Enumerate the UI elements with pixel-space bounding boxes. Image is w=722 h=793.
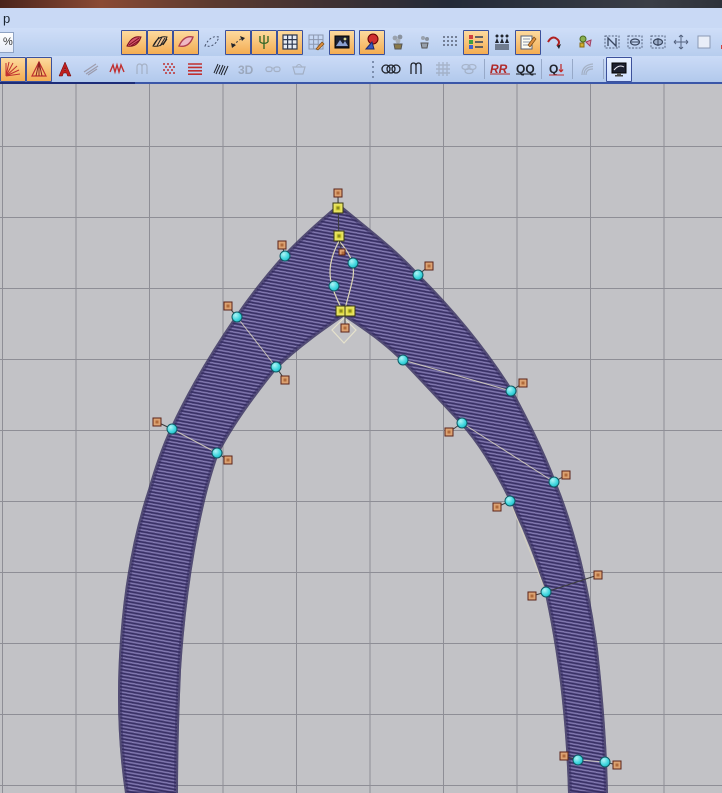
grid-dark-icon[interactable] <box>276 29 303 55</box>
letter-a-red-icon[interactable] <box>52 57 78 82</box>
offset-handle-node[interactable] <box>561 470 571 480</box>
flowerpot-icon[interactable] <box>385 30 411 55</box>
horizontal-lines-icon[interactable] <box>182 57 208 82</box>
menu-bar: p <box>0 8 722 28</box>
monitor-icon[interactable] <box>606 56 632 82</box>
offset-handle-node[interactable] <box>444 427 454 437</box>
stitch-people-icon[interactable] <box>489 30 515 55</box>
glasses-icon[interactable] <box>260 57 286 82</box>
selected-anchor-node[interactable] <box>332 202 344 214</box>
bee-icon[interactable] <box>571 30 597 55</box>
toolbar-stitch-types: 3D RR QQ Q <box>0 56 722 82</box>
offset-handle-node[interactable] <box>333 188 343 198</box>
toolbar-separator <box>484 59 485 79</box>
window-titlebar <box>0 0 722 8</box>
vertical-loops-icon[interactable] <box>404 57 430 82</box>
zigzag-red-icon[interactable] <box>104 57 130 82</box>
q-arrow-icon[interactable]: Q <box>544 57 570 82</box>
grid-light-icon[interactable] <box>303 30 329 55</box>
nested-curves-icon[interactable] <box>575 57 601 82</box>
selected-anchor-node[interactable] <box>344 305 356 317</box>
flowerpot-small-icon[interactable] <box>411 30 437 55</box>
hatch-leaf-icon[interactable] <box>146 29 173 55</box>
curve-point-node[interactable] <box>572 754 584 766</box>
weave-grid-icon[interactable] <box>430 57 456 82</box>
feather-stitch-icon[interactable] <box>78 57 104 82</box>
curve-point-node[interactable] <box>347 257 359 269</box>
curve-point-node[interactable] <box>599 756 611 768</box>
dashed-leaf-icon[interactable] <box>199 30 225 55</box>
center-arrange-icon[interactable] <box>670 30 693 55</box>
toolbar-separator <box>370 59 376 79</box>
document-edit-icon[interactable] <box>514 29 541 55</box>
motif-dots-icon[interactable] <box>156 57 182 82</box>
hatch-w-icon[interactable] <box>208 57 234 82</box>
tree-palette-icon[interactable] <box>716 30 722 55</box>
threeD-label: 3D <box>238 63 254 76</box>
offset-handle-node[interactable] <box>340 323 350 333</box>
rings-icon[interactable] <box>378 57 404 82</box>
toolbar-main: % <box>0 28 722 56</box>
mirror-column-icon[interactable] <box>647 30 670 55</box>
needle-entry-icon[interactable] <box>250 29 277 55</box>
control-points-layer <box>0 84 722 793</box>
menu-item-help-partial[interactable]: p <box>0 11 10 26</box>
loops-gray-icon[interactable] <box>130 57 156 82</box>
design-canvas[interactable] <box>0 84 722 793</box>
reshape-icon[interactable] <box>224 29 251 55</box>
offset-handle-node[interactable] <box>492 502 502 512</box>
curve-point-node[interactable] <box>166 423 178 435</box>
rr-loops-icon[interactable]: RR <box>487 57 513 82</box>
curve-point-node[interactable] <box>456 417 468 429</box>
offset-handle-node[interactable] <box>593 570 603 580</box>
curve-point-node[interactable] <box>231 311 243 323</box>
q-label: Q <box>549 62 558 76</box>
threeD-icon[interactable]: 3D <box>234 57 260 82</box>
dot-grid-icon[interactable] <box>437 30 463 55</box>
offset-handle-node[interactable] <box>280 375 290 385</box>
curve-point-node[interactable] <box>540 586 552 598</box>
outline-leaf-icon[interactable] <box>172 29 199 55</box>
curve-point-node[interactable] <box>211 447 223 459</box>
toolbar-separator <box>572 59 573 79</box>
fill-leaf-icon[interactable] <box>120 29 147 55</box>
offset-handle-node[interactable] <box>424 261 434 271</box>
curve-point-node[interactable] <box>505 385 517 397</box>
toolbar-separator <box>541 59 542 79</box>
zoom-percent-suffix: % <box>3 36 13 48</box>
selected-anchor-node[interactable] <box>333 230 345 242</box>
curve-point-node[interactable] <box>270 361 282 373</box>
chain-links-icon[interactable] <box>456 57 482 82</box>
balloon-digitize-icon[interactable] <box>358 29 385 55</box>
curve-point-node[interactable] <box>548 476 560 488</box>
offset-handle-node[interactable] <box>559 751 569 761</box>
offset-handle-node[interactable] <box>518 378 528 388</box>
offset-handle-node[interactable] <box>223 301 233 311</box>
offset-handle-node[interactable] <box>612 760 622 770</box>
triangle-fan-icon[interactable] <box>26 56 52 82</box>
offset-handle-node[interactable] <box>152 417 162 427</box>
mirror-n-icon[interactable] <box>601 30 624 55</box>
offset-handle-node[interactable] <box>338 248 346 256</box>
basket-icon[interactable] <box>286 57 312 82</box>
curve-point-node[interactable] <box>279 250 291 262</box>
offset-handle-node[interactable] <box>223 455 233 465</box>
offset-handle-node[interactable] <box>277 240 287 250</box>
fan-rays-icon[interactable] <box>0 56 26 82</box>
color-film-list-icon[interactable] <box>462 29 489 55</box>
curve-point-node[interactable] <box>412 269 424 281</box>
toolbar-separator <box>603 59 604 79</box>
curve-point-node[interactable] <box>328 280 340 292</box>
blank-square-icon[interactable] <box>693 30 716 55</box>
zoom-percent-field[interactable]: % <box>0 31 14 53</box>
offset-handle-node[interactable] <box>527 591 537 601</box>
curve-point-node[interactable] <box>504 495 516 507</box>
mirror-row-icon[interactable] <box>624 30 647 55</box>
curve-point-node[interactable] <box>397 354 409 366</box>
bitmap-image-icon[interactable] <box>328 29 355 55</box>
swirl-stitch-icon[interactable] <box>541 30 567 55</box>
qq-loops-icon[interactable]: QQ <box>513 57 539 82</box>
